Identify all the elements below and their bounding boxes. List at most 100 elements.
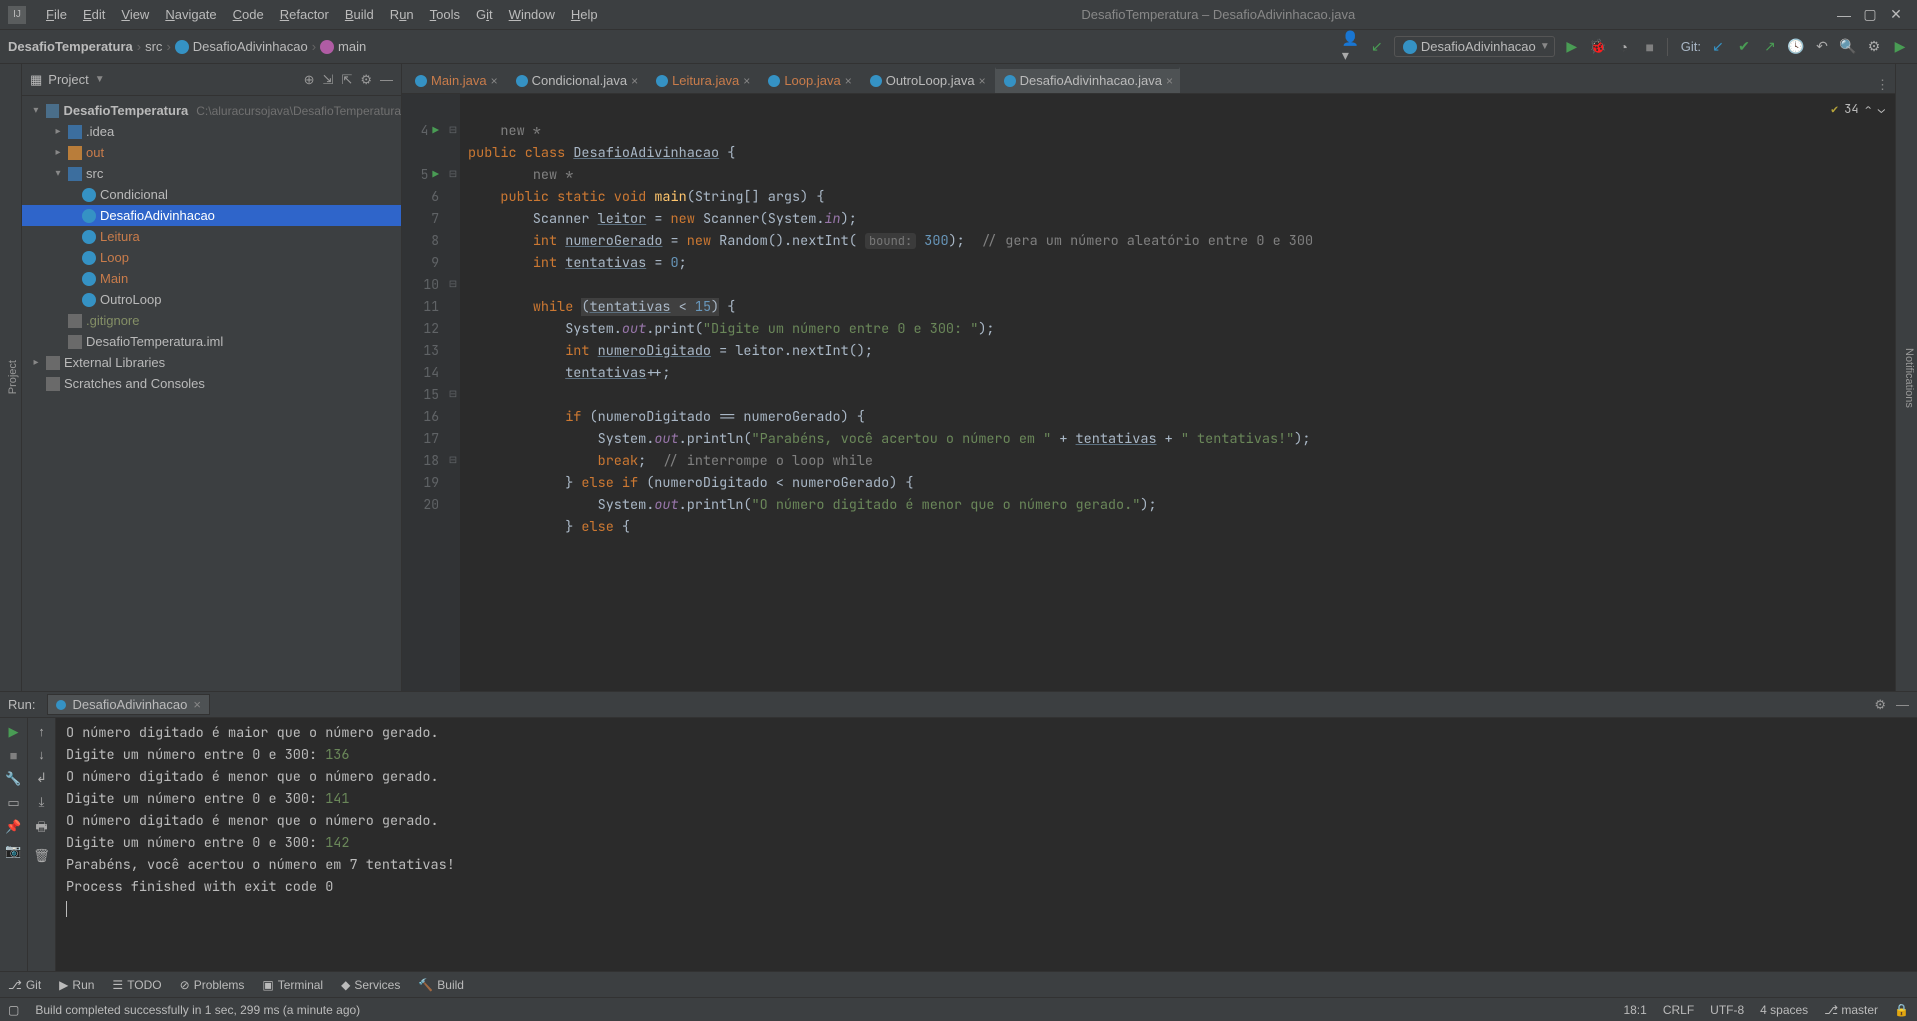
- tree-file[interactable]: OutroLoop: [22, 289, 401, 310]
- stop-button[interactable]: ■: [10, 748, 18, 763]
- toolwindow-build[interactable]: 🔨Build: [418, 978, 464, 992]
- window-maximize-button[interactable]: ▢: [1857, 6, 1883, 23]
- menu-window[interactable]: Window: [501, 7, 563, 22]
- tree-file-iml[interactable]: DesafioTemperatura.iml: [22, 331, 401, 352]
- project-view-selector[interactable]: ▦ Project ▼: [30, 72, 105, 88]
- menu-navigate[interactable]: Navigate: [157, 7, 224, 22]
- tree-file[interactable]: Condicional: [22, 184, 401, 205]
- editor-tab[interactable]: Loop.java×: [759, 67, 858, 93]
- menu-edit[interactable]: Edit: [75, 7, 113, 22]
- tree-folder-out[interactable]: ▸ out: [22, 142, 401, 163]
- select-opened-file-button[interactable]: ⊕: [304, 72, 315, 88]
- status-indent[interactable]: 4 spaces: [1760, 1003, 1808, 1017]
- tree-scratches[interactable]: Scratches and Consoles: [22, 373, 401, 394]
- search-icon[interactable]: 🔍: [1839, 38, 1857, 56]
- menu-help[interactable]: Help: [563, 7, 606, 22]
- tree-external-libraries[interactable]: ▸ External Libraries: [22, 352, 401, 373]
- hide-button[interactable]: —: [380, 72, 393, 88]
- back-arrow-icon[interactable]: ↙: [1368, 38, 1386, 56]
- tree-file-gitignore[interactable]: .gitignore: [22, 310, 401, 331]
- tree-file[interactable]: Loop: [22, 247, 401, 268]
- hide-button[interactable]: —: [1896, 697, 1909, 713]
- window-close-button[interactable]: ✕: [1883, 6, 1909, 23]
- console-output[interactable]: O número digitado é maior que o número g…: [56, 718, 1917, 971]
- status-branch[interactable]: ⎇ master: [1824, 1003, 1878, 1017]
- pin-button[interactable]: 📌: [5, 819, 21, 835]
- git-pull-button[interactable]: ↙: [1709, 38, 1727, 56]
- menu-code[interactable]: Code: [225, 7, 272, 22]
- line-number-gutter[interactable]: 4▶ 5▶ 6 7 8 9 10 11 12 13 14 15 16 17 18…: [402, 94, 446, 691]
- rollback-button[interactable]: ↶: [1813, 38, 1831, 56]
- settings-icon[interactable]: ⚙: [360, 72, 372, 88]
- chevron-up-icon[interactable]: ⌃: [1865, 98, 1872, 120]
- settings-icon[interactable]: ⚙: [1874, 697, 1886, 713]
- status-encoding[interactable]: UTF-8: [1710, 1003, 1744, 1017]
- tab-more-icon[interactable]: ⋮: [1876, 77, 1889, 93]
- toolwindow-problems[interactable]: ⊘Problems: [180, 978, 245, 992]
- git-commit-button[interactable]: ✔: [1735, 38, 1753, 56]
- close-icon[interactable]: ×: [631, 74, 638, 88]
- chevron-down-icon[interactable]: ⌄: [1878, 98, 1885, 120]
- stop-button[interactable]: ■: [1641, 38, 1659, 56]
- toolwindow-project[interactable]: Project: [7, 360, 19, 394]
- run-tab[interactable]: DesafioAdivinhacao ×: [47, 694, 210, 715]
- menu-view[interactable]: View: [113, 7, 157, 22]
- camera-icon[interactable]: 📷: [5, 843, 21, 859]
- git-push-button[interactable]: ↗: [1761, 38, 1779, 56]
- toolwindow-todo[interactable]: ☰TODO: [112, 978, 161, 992]
- editor-tab[interactable]: DesafioAdivinhacao.java×: [995, 67, 1180, 93]
- status-toggle-icon[interactable]: ▢: [8, 1003, 19, 1017]
- run-gutter-icon[interactable]: ▶: [432, 164, 439, 186]
- run-config-selector[interactable]: DesafioAdivinhacao ▼: [1394, 36, 1555, 57]
- toolwindow-services[interactable]: ◆Services: [341, 978, 400, 992]
- close-icon[interactable]: ×: [845, 74, 852, 88]
- run-button[interactable]: ▶: [1563, 38, 1581, 56]
- tree-root[interactable]: ▾ DesafioTemperatura C:\aluracursojava\D…: [22, 100, 401, 121]
- tree-file[interactable]: Main: [22, 268, 401, 289]
- tree-file[interactable]: Leitura: [22, 226, 401, 247]
- editor-tab[interactable]: Leitura.java×: [647, 67, 757, 93]
- fold-gutter[interactable]: ⊟⊟⊟⊟⊟: [446, 94, 460, 691]
- history-button[interactable]: 🕓: [1787, 38, 1805, 56]
- tree-folder-src[interactable]: ▾ src: [22, 163, 401, 184]
- tree-file[interactable]: DesafioAdivinhacao: [22, 205, 401, 226]
- add-user-icon[interactable]: 👤▾: [1342, 38, 1360, 56]
- code-editor[interactable]: ✔ 34 ⌃ ⌄ new * public class DesafioAdivi…: [460, 94, 1895, 691]
- status-line-separator[interactable]: CRLF: [1663, 1003, 1694, 1017]
- close-icon[interactable]: ×: [743, 74, 750, 88]
- menu-tools[interactable]: Tools: [422, 7, 468, 22]
- status-lock-icon[interactable]: 🔒: [1894, 1003, 1909, 1017]
- editor-tab[interactable]: Main.java×: [406, 67, 505, 93]
- breadcrumb-project[interactable]: DesafioTemperatura: [8, 39, 133, 54]
- debug-button[interactable]: 🐞: [1589, 38, 1607, 56]
- close-icon[interactable]: ×: [979, 74, 986, 88]
- close-icon[interactable]: ×: [491, 74, 498, 88]
- soft-wrap-icon[interactable]: ↲: [36, 770, 47, 786]
- menu-file[interactable]: File: [38, 7, 75, 22]
- wrench-icon[interactable]: 🔧: [5, 771, 21, 787]
- breadcrumb-src[interactable]: src: [145, 39, 162, 54]
- print-icon[interactable]: 🖶: [35, 818, 47, 840]
- collapse-all-button[interactable]: ⇱: [341, 72, 352, 88]
- status-caret-position[interactable]: 18:1: [1623, 1003, 1646, 1017]
- window-minimize-button[interactable]: —: [1831, 7, 1857, 23]
- editor-tab[interactable]: Condicional.java×: [507, 67, 645, 93]
- menu-run[interactable]: Run: [382, 7, 422, 22]
- toolwindow-git[interactable]: ⎇Git: [8, 978, 41, 992]
- menu-refactor[interactable]: Refactor: [272, 7, 337, 22]
- layout-button[interactable]: ▭: [7, 795, 19, 811]
- up-arrow-icon[interactable]: ↑: [38, 724, 45, 739]
- editor-tab[interactable]: OutroLoop.java×: [861, 67, 993, 93]
- scroll-end-icon[interactable]: ⤓: [39, 794, 45, 810]
- expand-all-button[interactable]: ⇲: [323, 72, 334, 88]
- coverage-button[interactable]: ◔: [1615, 38, 1633, 56]
- run-gutter-icon[interactable]: ▶: [432, 120, 439, 142]
- editor-inspection-status[interactable]: ✔ 34 ⌃ ⌄: [1831, 98, 1885, 120]
- menu-build[interactable]: Build: [337, 7, 382, 22]
- toolwindow-terminal[interactable]: ▣Terminal: [262, 978, 323, 992]
- close-icon[interactable]: ×: [193, 697, 201, 712]
- breadcrumb-method[interactable]: main: [320, 39, 366, 54]
- down-arrow-icon[interactable]: ↓: [38, 747, 45, 762]
- toolwindow-notifications[interactable]: Notifications: [1903, 348, 1915, 408]
- close-icon[interactable]: ×: [1166, 74, 1173, 88]
